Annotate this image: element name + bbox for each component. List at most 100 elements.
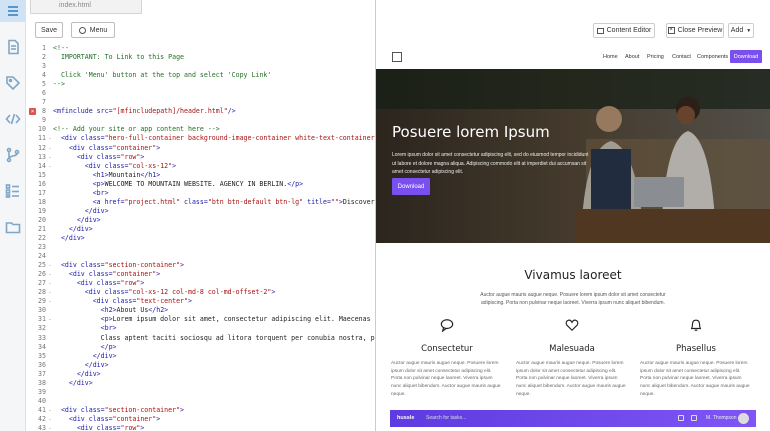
hamburger-menu-icon[interactable]	[0, 0, 26, 22]
code-line[interactable]: 29- <div class="text-center">	[26, 297, 375, 306]
content-editor-button[interactable]: Content Editor	[593, 23, 655, 38]
code-line[interactable]: 2 IMPORTANT: To Link to this Page	[26, 53, 375, 62]
avatar[interactable]	[738, 413, 749, 424]
code-line[interactable]: 4 Click 'Menu' button at the top and sel…	[26, 71, 375, 80]
form-list-icon[interactable]	[3, 181, 23, 201]
line-number: 39	[38, 387, 46, 396]
code-line[interactable]: 26- <div class="container">	[26, 270, 375, 279]
line-number: 5	[42, 80, 46, 89]
code-line[interactable]: 43- <div class="row">	[26, 424, 375, 431]
folder-icon[interactable]	[3, 217, 23, 237]
code-text: IMPORTANT: To Link to this Page	[53, 53, 184, 62]
code-line[interactable]: 39	[26, 387, 375, 397]
code-token: </div>	[53, 233, 85, 242]
code-token: <div class=	[53, 161, 129, 170]
code-line[interactable]: 27- <div class="row">	[26, 279, 375, 288]
code-text: <div class="row">	[53, 279, 145, 288]
code-line[interactable]: 21 </div>	[26, 225, 375, 234]
code-line[interactable]: 19 </div>	[26, 207, 375, 216]
code-line[interactable]: 9	[26, 116, 375, 125]
code-line[interactable]: 15 <h1>Mountain</h1>	[26, 171, 375, 180]
fold-toggle-icon[interactable]: -	[48, 153, 52, 162]
code-line[interactable]: 12- <div class="container">	[26, 144, 375, 153]
fold-toggle-icon[interactable]: -	[48, 134, 52, 143]
fold-toggle-icon[interactable]: -	[48, 162, 52, 171]
fold-toggle-icon[interactable]: -	[48, 415, 52, 424]
code-line[interactable]: 40	[26, 397, 375, 406]
code-line[interactable]: 13- <div class="row">	[26, 153, 375, 162]
tag-icon[interactable]	[3, 73, 23, 93]
code-line[interactable]: 37 </div>	[26, 370, 375, 379]
code-line[interactable]: 10 <!-- Add your site or app content here…	[26, 125, 375, 134]
code-line[interactable]: 14- <div class="col-xs-12">	[26, 161, 375, 171]
code-token: >	[156, 270, 161, 279]
code-line[interactable]: 38 </div>	[26, 379, 375, 388]
code-line[interactable]: 3	[26, 62, 375, 71]
code-line[interactable]: 35 </div>	[26, 352, 375, 361]
code-area[interactable]: 1 <!-- 2 IMPORTANT: To Link to this Page 3 4…	[26, 44, 375, 431]
menu-button[interactable]: Menu	[71, 22, 115, 38]
line-number: 6	[42, 89, 46, 98]
close-preview-button[interactable]: × Close Preview	[666, 23, 724, 38]
add-dropdown-button[interactable]: Add ▼	[728, 23, 754, 38]
code-line[interactable]: 11- <div class="hero-full-container back…	[26, 134, 375, 143]
code-line[interactable]: 25- <div class="section-container">	[26, 261, 375, 270]
code-token: "text-center"	[136, 297, 188, 306]
mail-icon[interactable]	[678, 415, 684, 421]
code-line[interactable]: 6	[26, 89, 375, 98]
code-line[interactable]: × 8 <mfinclude src="[mfincludepath]/header…	[26, 107, 375, 116]
document-icon[interactable]	[3, 37, 23, 57]
fold-toggle-icon[interactable]: -	[48, 288, 52, 297]
code-line[interactable]: 34 </p>	[26, 343, 375, 352]
bell-icon	[690, 319, 702, 331]
code-text: <div class="section-container">	[53, 261, 184, 270]
code-icon[interactable]	[3, 109, 23, 129]
fold-toggle-icon[interactable]: -	[48, 270, 52, 279]
site-logo-icon[interactable]	[392, 52, 402, 62]
fold-toggle-icon[interactable]: -	[48, 297, 52, 306]
git-branch-icon[interactable]	[3, 145, 23, 165]
nav-link-pricing[interactable]: Pricing	[647, 54, 664, 60]
grid-icon[interactable]	[691, 415, 697, 421]
code-line[interactable]: 17 <br>	[26, 188, 375, 198]
save-button[interactable]: Save	[35, 22, 63, 38]
code-line[interactable]: 20 </div>	[26, 216, 375, 225]
code-line[interactable]: 41- <div class="section-container">	[26, 406, 375, 415]
code-text: <p>Lorem ipsum dolor sit amet, consectet…	[53, 315, 375, 324]
nav-link-contact[interactable]: Contact	[672, 54, 691, 60]
fold-toggle-icon[interactable]: -	[48, 406, 52, 415]
app-bar-search[interactable]: Search for tasks...	[426, 415, 466, 421]
code-line[interactable]: 18 <a href="project.html" class="btn btn…	[26, 197, 375, 207]
nav-link-about[interactable]: About	[625, 54, 639, 60]
hero-download-button[interactable]: Download	[392, 178, 430, 195]
nav-link-home[interactable]: Home	[603, 54, 618, 60]
code-line[interactable]: 22 </div>	[26, 233, 375, 243]
code-line[interactable]: 33 Class aptent taciti sociosqu ad litor…	[26, 333, 375, 343]
line-number: 33	[38, 333, 46, 342]
nav-link-components[interactable]: Components	[697, 54, 728, 60]
code-token: class=	[180, 197, 208, 206]
nav-download-button[interactable]: Download	[730, 50, 762, 63]
fold-toggle-icon[interactable]: -	[48, 424, 52, 431]
code-line[interactable]: 28- <div class="col-xs-12 col-md-8 col-m…	[26, 288, 375, 297]
radio-circle-icon	[78, 26, 86, 34]
code-line[interactable]: 31- <p>Lorem ipsum dolor sit amet, conse…	[26, 315, 375, 324]
code-line[interactable]: 42- <div class="container">	[26, 415, 375, 424]
code-line[interactable]: 24	[26, 252, 375, 261]
code-line[interactable]: 1 <!--	[26, 44, 375, 53]
code-line[interactable]: 23	[26, 243, 375, 252]
code-line[interactable]: 5 -->	[26, 80, 375, 89]
fold-toggle-icon[interactable]: -	[48, 279, 52, 288]
fold-toggle-icon[interactable]: -	[48, 315, 52, 324]
code-line[interactable]: 36 </div>	[26, 361, 375, 370]
caret-down-icon: ▼	[746, 27, 752, 34]
file-tab[interactable]: index.html	[30, 0, 142, 14]
code-line[interactable]: 32 <br>	[26, 324, 375, 333]
feature-text: Auctor augue mauris augue neque. Posuere…	[640, 361, 750, 397]
code-line[interactable]: 16 <p>WELCOME TO MOUNTAIN WEBSITE. AGENC…	[26, 180, 375, 189]
fold-toggle-icon[interactable]: -	[48, 144, 52, 153]
fold-toggle-icon[interactable]: -	[48, 261, 52, 270]
code-line[interactable]: 30 <h2>About Us</h2>	[26, 306, 375, 315]
line-number: 17	[38, 188, 46, 197]
code-line[interactable]: 7	[26, 98, 375, 107]
